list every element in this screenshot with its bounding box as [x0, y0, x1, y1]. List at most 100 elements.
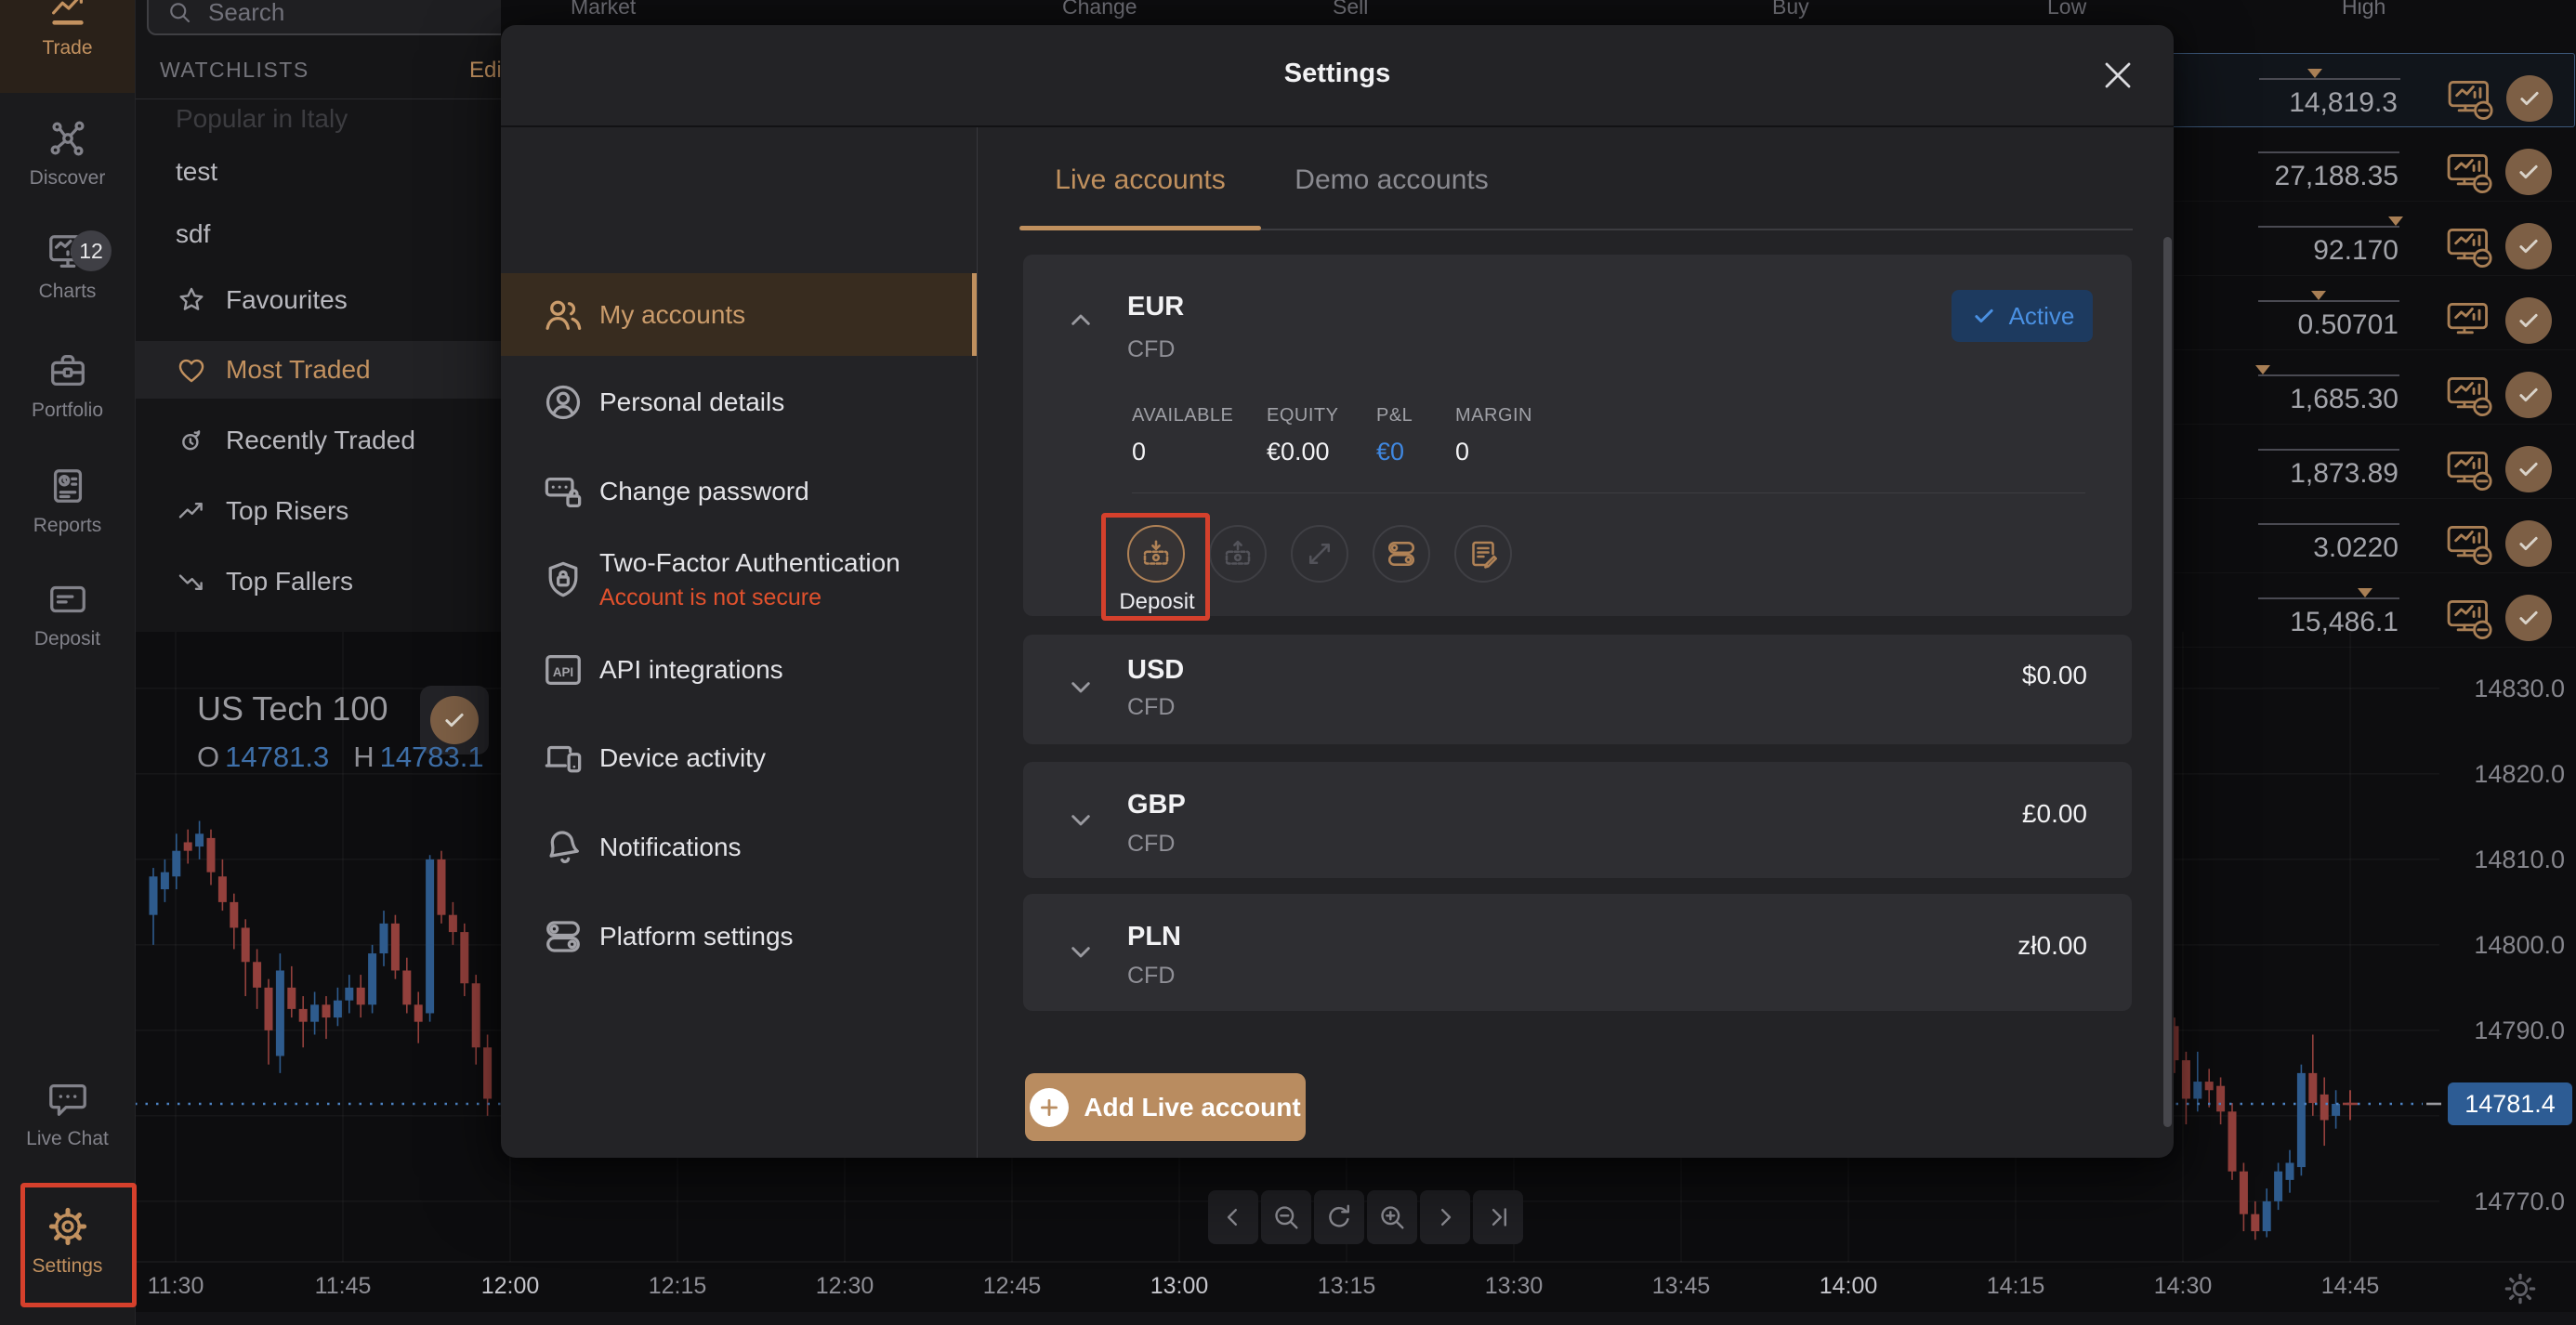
sidebar-item-trade[interactable]: Trade — [0, 0, 135, 93]
api-icon: API — [542, 649, 585, 691]
watchlist-item[interactable]: Recently Traded — [135, 412, 501, 469]
statement-action-button[interactable] — [1454, 525, 1512, 583]
chevron-left-button[interactable] — [1208, 1190, 1258, 1244]
sidebar-item-discover[interactable]: Discover — [0, 117, 135, 214]
chart-remove-icon[interactable] — [2444, 296, 2494, 347]
withdraw-action-button[interactable] — [1209, 525, 1267, 583]
watchlists-edit-button[interactable]: Edit... — [469, 58, 501, 84]
price-axis-label: 14810.0 — [2474, 846, 2565, 873]
stat-label: P&L — [1376, 405, 1413, 426]
manage-action-button[interactable] — [1373, 525, 1430, 583]
active-badge: Active — [1952, 290, 2093, 342]
chat-icon — [46, 1078, 89, 1121]
plus-circle-icon — [1030, 1087, 1070, 1127]
modal-scrollbar[interactable] — [2163, 237, 2172, 1127]
search-box[interactable] — [147, 0, 501, 35]
sidebar-item-charts[interactable]: Charts 12 — [0, 230, 135, 318]
column-header[interactable]: Buy — [1772, 0, 1809, 20]
check-circle-icon[interactable] — [2505, 520, 2552, 567]
account-currency: USD — [1127, 655, 1185, 685]
settings-nav-notifications[interactable]: Notifications — [501, 807, 977, 888]
chevron-down-icon[interactable] — [1062, 801, 1099, 838]
watchlist-item[interactable]: sdf — [135, 205, 501, 263]
tab-live-accounts[interactable]: Live accounts — [1019, 164, 1261, 196]
chart-remove-icon[interactable] — [2444, 148, 2494, 198]
chart-remove-icon[interactable] — [2445, 74, 2495, 125]
column-header[interactable]: Change — [1062, 0, 1137, 20]
sun-icon[interactable] — [2502, 1270, 2539, 1307]
check-circle-icon[interactable] — [2505, 595, 2552, 641]
skip-end-button[interactable] — [1473, 1190, 1523, 1244]
chart-remove-icon[interactable] — [2444, 594, 2494, 644]
settings-nav-api-integrations[interactable]: API API integrations — [501, 629, 977, 711]
add-live-account-button[interactable]: Add Live account — [1025, 1073, 1306, 1141]
settings-nav-device-activity[interactable]: Device activity — [501, 717, 977, 799]
search-input[interactable] — [206, 0, 442, 28]
check-circle-icon[interactable] — [2505, 149, 2552, 195]
zoom-in-button[interactable] — [1367, 1190, 1417, 1244]
sidebar-item-portfolio[interactable]: Portfolio — [0, 349, 135, 436]
users-icon — [542, 294, 585, 336]
chevron-down-icon[interactable] — [1062, 933, 1099, 970]
account-currency: EUR — [1127, 292, 1185, 321]
nav-item-label: Change password — [599, 477, 809, 505]
check-circle-icon[interactable] — [2505, 446, 2552, 492]
chart-remove-icon[interactable] — [2444, 371, 2494, 421]
sidebar-item-label: Reports — [33, 515, 102, 536]
close-icon[interactable] — [2096, 53, 2140, 98]
settings-nav-two-factor[interactable]: Two-Factor Authentication Account is not… — [501, 528, 977, 632]
watchlist-item[interactable]: Top Fallers — [135, 553, 501, 610]
settings-nav-personal-details[interactable]: Personal details — [501, 361, 977, 443]
watchlists-header: WATCHLISTS — [160, 58, 309, 82]
chevron-up-icon[interactable] — [1062, 302, 1099, 339]
transfer-action-button[interactable] — [1291, 525, 1348, 583]
nav-item-label: Two-Factor Authentication — [599, 548, 900, 577]
settings-nav-platform-settings[interactable]: Platform settings — [501, 896, 977, 977]
sidebar-item-reports[interactable]: Reports — [0, 465, 135, 553]
account-card-usd[interactable]: USD CFD $0.00 — [1023, 635, 2132, 744]
divider — [135, 98, 501, 99]
high-value: 14,819.3 — [2289, 87, 2398, 118]
sidebar-item-deposit[interactable]: Deposit — [0, 578, 135, 671]
column-header[interactable]: Market — [571, 0, 636, 20]
account-card-gbp[interactable]: GBP CFD £0.00 — [1023, 762, 2132, 878]
column-header[interactable]: Low — [2047, 0, 2086, 20]
watchlist-item-faded[interactable]: Popular in Italy — [176, 104, 348, 134]
high-value: 92.170 — [2313, 235, 2399, 266]
watchlist-item[interactable]: test — [135, 143, 501, 201]
watchlist-item[interactable]: Most Traded — [135, 341, 501, 399]
check-circle-icon[interactable] — [2505, 372, 2552, 418]
refresh-button[interactable] — [1314, 1190, 1364, 1244]
account-card-pln[interactable]: PLN CFD zł0.00 — [1023, 894, 2132, 1011]
watchlist-item[interactable]: Top Risers — [135, 482, 501, 540]
chevron-down-icon[interactable] — [1062, 668, 1099, 705]
chart-remove-icon[interactable] — [2444, 222, 2494, 272]
check-circle-icon — [430, 696, 479, 744]
time-axis-label: 13:45 — [1651, 1273, 1711, 1299]
price-axis-label: 14830.0 — [2474, 675, 2565, 702]
bottom-strip — [135, 1312, 2576, 1325]
check-circle-icon[interactable] — [2505, 297, 2552, 344]
shield-lock-icon — [542, 558, 585, 601]
settings-nav-my-accounts[interactable]: My accounts — [501, 273, 977, 356]
chart-remove-icon[interactable] — [2444, 519, 2494, 570]
chart-remove-icon[interactable] — [2444, 445, 2494, 495]
check-icon — [1970, 302, 1998, 330]
check-circle-icon[interactable] — [2506, 75, 2553, 122]
settings-nav-change-password[interactable]: Change password — [501, 451, 977, 532]
column-header[interactable]: Sell — [1333, 0, 1368, 20]
time-axis-label: 13:30 — [1484, 1273, 1544, 1299]
account-currency: PLN — [1127, 922, 1181, 951]
recent-icon — [176, 425, 207, 456]
watchlist-item[interactable]: Favourites — [135, 271, 501, 329]
stat-label: EQUITY — [1267, 405, 1339, 426]
watchlist-item-label: sdf — [176, 219, 211, 248]
sidebar-item-live-chat[interactable]: Live Chat — [0, 1078, 135, 1171]
chevron-right-button[interactable] — [1420, 1190, 1470, 1244]
check-circle-icon[interactable] — [2505, 223, 2552, 269]
tab-demo-accounts[interactable]: Demo accounts — [1287, 164, 1496, 196]
zoom-out-button[interactable] — [1261, 1190, 1311, 1244]
range-bar — [2259, 69, 2400, 80]
column-header[interactable]: High — [2342, 0, 2385, 20]
account-stat: AVAILABLE 0 — [1132, 405, 1233, 466]
